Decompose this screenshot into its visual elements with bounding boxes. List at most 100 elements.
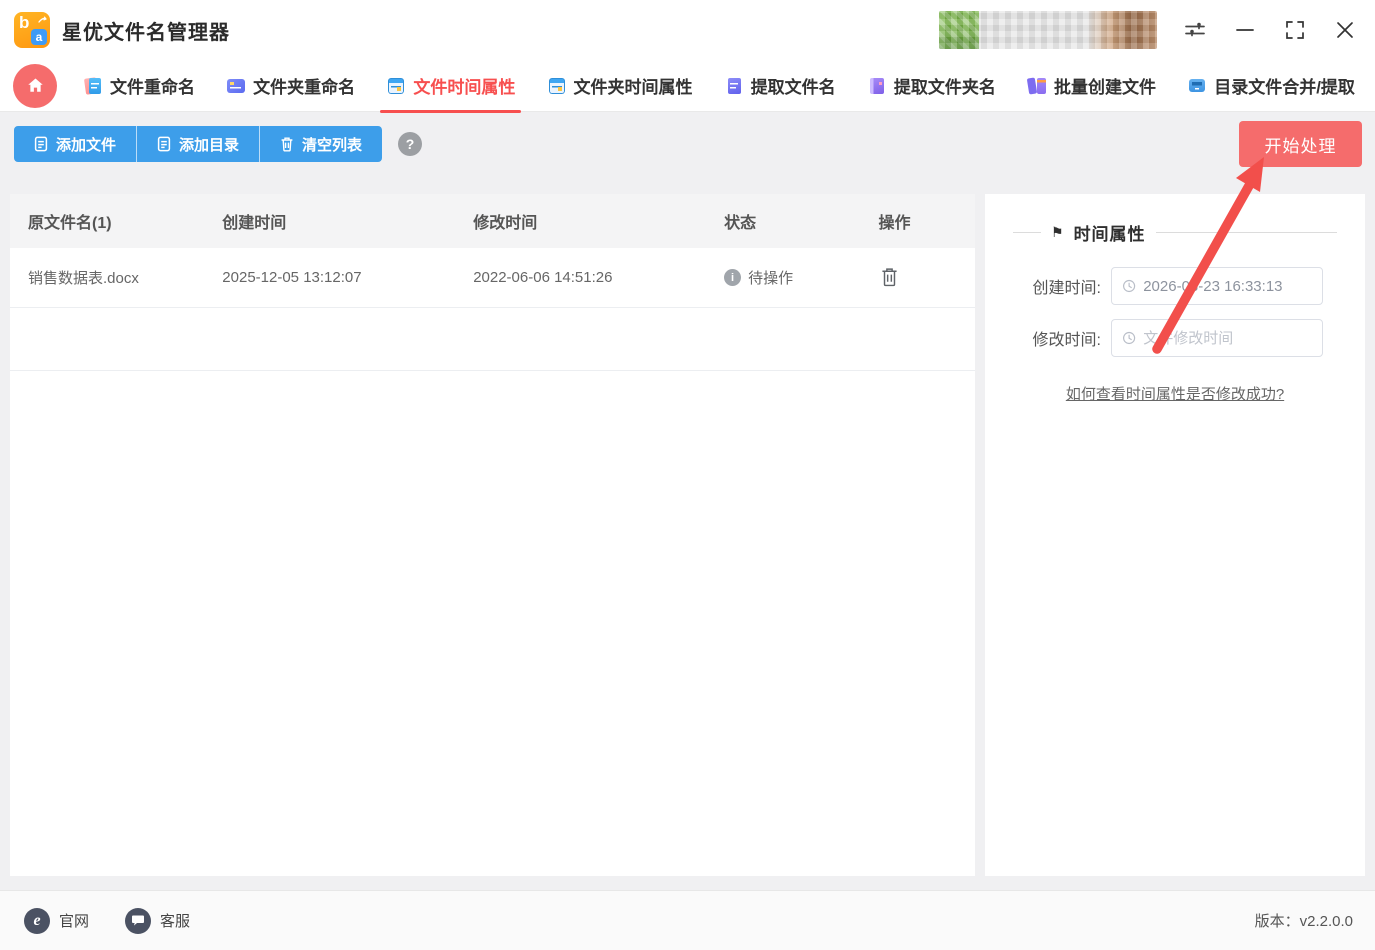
tab-label: 文件时间属性 xyxy=(413,78,516,97)
tab-file-time-attribute[interactable]: 文件时间属性 xyxy=(380,60,522,113)
file-rename-icon xyxy=(83,76,103,96)
header-original-filename: 原文件名(1) xyxy=(28,215,112,232)
add-directory-button[interactable]: 添加目录 xyxy=(136,126,260,162)
tab-label: 文件夹重命名 xyxy=(253,78,356,97)
logo-letter-b: b xyxy=(19,13,30,32)
app-logo-icon: b a xyxy=(14,12,50,48)
modified-time-row: 修改时间: xyxy=(1013,319,1337,357)
clock-icon xyxy=(1123,331,1136,345)
divider-line xyxy=(1013,232,1041,233)
customer-support-link[interactable]: 客服 xyxy=(125,907,191,934)
folder-rename-icon xyxy=(226,76,246,96)
folder-time-icon xyxy=(547,76,567,96)
section-header: ⚑ 时间属性 xyxy=(1013,220,1337,245)
tab-file-rename[interactable]: 文件重命名 xyxy=(83,60,195,112)
tab-batch-create-files[interactable]: 批量创建文件 xyxy=(1027,60,1156,112)
logo-letter-a: a xyxy=(35,30,43,44)
start-process-button[interactable]: 开始处理 xyxy=(1239,121,1362,167)
chat-icon xyxy=(125,907,152,934)
cell-action xyxy=(878,264,975,292)
tab-label: 提取文件夹名 xyxy=(893,78,996,97)
document-icon xyxy=(34,136,48,152)
info-icon: i xyxy=(724,269,742,286)
delete-row-button[interactable] xyxy=(878,264,901,292)
modified-time-label: 修改时间: xyxy=(1032,332,1101,349)
add-directory-label: 添加目录 xyxy=(179,136,240,154)
home-icon xyxy=(27,78,43,92)
minimize-button[interactable] xyxy=(1233,18,1257,42)
time-attribute-panel: ⚑ 时间属性 创建时间: 修改时间: 如何查看时间属性是否修改成功? xyxy=(985,194,1365,876)
file-time-icon xyxy=(386,76,406,96)
logo-arrow-icon xyxy=(38,16,47,23)
toolbar-button-group: 添加文件 添加目录 清空列表 xyxy=(14,126,383,162)
tab-extract-foldername[interactable]: 提取文件夹名 xyxy=(867,60,996,112)
section-title: 时间属性 xyxy=(1073,225,1146,244)
app-window: b a 星优文件名管理器 文件重命名 文件夹重命名 文件时间属性 文件夹时间属性… xyxy=(0,0,1375,950)
batch-create-icon xyxy=(1027,76,1047,96)
tab-label: 文件夹时间属性 xyxy=(573,78,693,97)
close-button[interactable] xyxy=(1333,18,1357,42)
tab-label: 文件重命名 xyxy=(110,78,195,97)
tab-merge-extract-directory[interactable]: 目录文件合并/提取 xyxy=(1187,60,1355,112)
tab-label: 提取文件名 xyxy=(750,78,836,97)
support-label: 客服 xyxy=(160,913,191,930)
tab-label: 目录文件合并/提取 xyxy=(1214,78,1355,97)
help-link[interactable]: 如何查看时间属性是否修改成功? xyxy=(1013,383,1337,404)
trash-icon xyxy=(882,267,898,286)
document-icon xyxy=(157,136,171,152)
merge-extract-icon xyxy=(1187,76,1207,96)
home-button[interactable] xyxy=(13,63,57,108)
footer-left: e 官网 客服 xyxy=(24,907,191,934)
main-content: 原文件名(1) 创建时间 修改时间 状态 操作 销售数据表.docx 2025-… xyxy=(0,176,1375,876)
user-account-redacted[interactable] xyxy=(939,11,1157,49)
toolbar: 添加文件 添加目录 清空列表 ? 开始处理 xyxy=(0,112,1375,176)
created-time-input[interactable] xyxy=(1143,277,1312,295)
website-label: 官网 xyxy=(59,913,90,930)
created-time-label: 创建时间: xyxy=(1032,280,1101,297)
created-time-row: 创建时间: xyxy=(1013,267,1337,305)
website-icon: e xyxy=(24,907,50,934)
header-action: 操作 xyxy=(878,215,911,232)
settings-sliders-icon[interactable] xyxy=(1183,18,1207,42)
titlebar-right xyxy=(939,11,1357,49)
cell-modified-time: 2022-06-06 14:51:26 xyxy=(473,269,613,286)
tab-list: 文件重命名 文件夹重命名 文件时间属性 文件夹时间属性 提取文件名 提取文件夹名 xyxy=(83,60,1355,113)
version-text: 版本：v2.2.0.0 xyxy=(1254,913,1353,930)
status-text: 待操作 xyxy=(748,270,794,287)
cell-status: i 待操作 xyxy=(724,267,878,288)
table-row: 销售数据表.docx 2025-12-05 13:12:07 2022-06-0… xyxy=(10,248,975,308)
logo-letter-a-box: a xyxy=(31,29,47,45)
table-empty-row xyxy=(10,308,975,371)
maximize-button[interactable] xyxy=(1283,18,1307,42)
header-status: 状态 xyxy=(724,215,757,232)
app-title: 星优文件名管理器 xyxy=(62,21,230,44)
user-name-redacted xyxy=(1087,11,1157,49)
website-e-glyph: e xyxy=(33,911,41,929)
divider-line xyxy=(1155,232,1337,233)
help-icon[interactable]: ? xyxy=(398,132,423,156)
cell-filename: 销售数据表.docx xyxy=(28,270,139,287)
modified-time-input[interactable] xyxy=(1143,329,1312,347)
tab-folder-time-attribute[interactable]: 文件夹时间属性 xyxy=(547,60,693,112)
titlebar-left: b a 星优文件名管理器 xyxy=(14,12,230,48)
official-website-link[interactable]: e 官网 xyxy=(24,907,90,934)
footer: e 官网 客服 版本：v2.2.0.0 xyxy=(0,890,1375,950)
titlebar: b a 星优文件名管理器 xyxy=(0,0,1375,60)
extract-foldername-icon xyxy=(867,76,887,96)
cell-created-time: 2025-12-05 13:12:07 xyxy=(222,269,362,286)
tab-folder-rename[interactable]: 文件夹重命名 xyxy=(226,60,355,112)
clear-list-button[interactable]: 清空列表 xyxy=(259,126,383,162)
add-files-button[interactable]: 添加文件 xyxy=(14,126,137,162)
extract-filename-icon xyxy=(724,76,744,96)
header-modified-time: 修改时间 xyxy=(473,215,538,232)
tab-bar: 文件重命名 文件夹重命名 文件时间属性 文件夹时间属性 提取文件名 提取文件夹名 xyxy=(0,60,1375,113)
table-header-row: 原文件名(1) 创建时间 修改时间 状态 操作 xyxy=(10,194,975,248)
flag-icon: ⚑ xyxy=(1051,224,1064,240)
header-created-time: 创建时间 xyxy=(222,215,287,232)
add-files-label: 添加文件 xyxy=(56,136,117,154)
created-time-input-wrapper xyxy=(1111,267,1323,305)
tab-label: 批量创建文件 xyxy=(1054,78,1157,97)
tab-extract-filename[interactable]: 提取文件名 xyxy=(724,60,836,112)
user-avatar xyxy=(939,11,979,49)
clock-icon xyxy=(1123,279,1136,293)
